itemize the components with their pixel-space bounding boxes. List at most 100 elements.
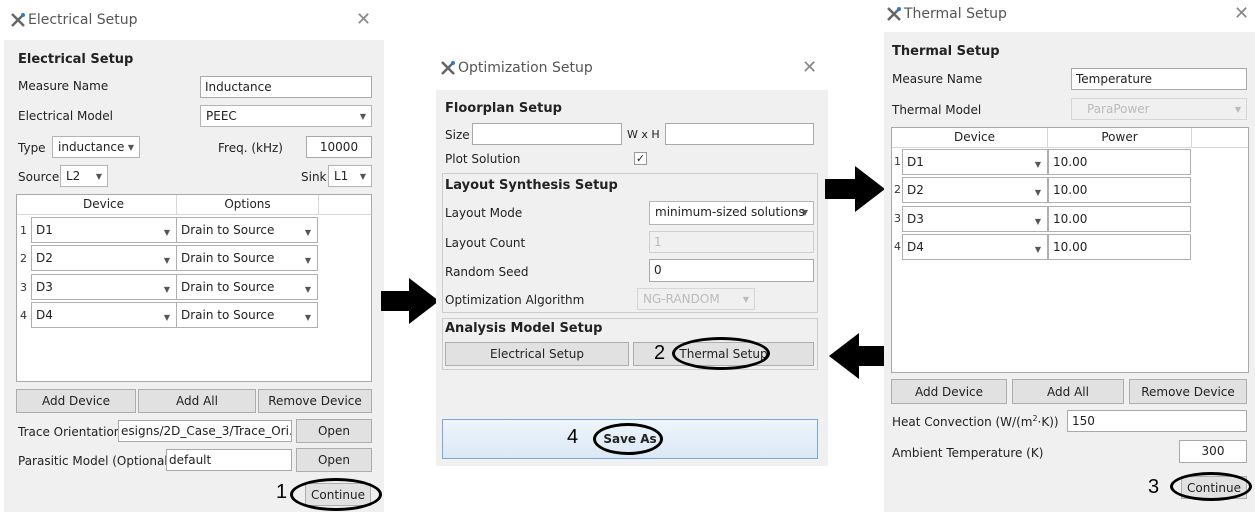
chevron-down-icon: ▼	[127, 143, 134, 152]
wxh-label: W x H	[627, 128, 660, 141]
chevron-down-icon: ▼	[359, 112, 366, 121]
power-input[interactable]: 10.00	[1048, 177, 1191, 203]
highlight-oval	[1170, 472, 1252, 501]
power-input[interactable]: 10.00	[1048, 149, 1191, 175]
ambient-temperature-input[interactable]: 300	[1179, 440, 1247, 463]
row-number: 1	[20, 224, 27, 237]
step-number-1: 1	[276, 481, 288, 503]
chevron-down-icon: ▼	[1034, 160, 1041, 169]
layout-mode-select[interactable]: minimum-sized solutions ▼	[649, 201, 814, 225]
device-select[interactable]: D4 ▼	[902, 234, 1048, 260]
thermal-model-select[interactable]: ParaPower ▼	[1071, 98, 1247, 120]
power-input[interactable]: 10.00	[1048, 234, 1191, 260]
source-select[interactable]: L2 ▼	[60, 165, 108, 187]
option-select[interactable]: Drain to Source ▼	[176, 217, 318, 243]
optimization-algorithm-select[interactable]: NG-RANDOM ▼	[637, 288, 755, 310]
add-device-button[interactable]: Add Device	[16, 389, 136, 413]
section-header: Thermal Setup	[892, 44, 1000, 59]
freq-input[interactable]: 10000	[306, 136, 372, 158]
chevron-down-icon: ▼	[1034, 245, 1041, 254]
sink-label: Sink	[301, 170, 327, 184]
close-icon[interactable]: ✕	[1234, 5, 1249, 23]
sink-value: L1	[334, 169, 349, 183]
device-select[interactable]: D1 ▼	[902, 149, 1048, 175]
source-label: Source	[18, 170, 60, 184]
column-header-power: Power	[1048, 128, 1192, 147]
chevron-down-icon: ▼	[304, 285, 311, 294]
parasitic-model-label: Parasitic Model (Optional)	[18, 454, 173, 468]
device-select[interactable]: D4 ▼	[31, 302, 177, 328]
electrical-model-select[interactable]: PEEC ▼	[200, 105, 372, 127]
optimization-algorithm-value: NG-RANDOM	[643, 292, 720, 306]
ambient-temperature-label: Ambient Temperature (K)	[892, 446, 1044, 460]
size-width-input[interactable]	[472, 123, 622, 145]
option-value: Drain to Source	[181, 223, 275, 237]
optimization-algorithm-label: Optimization Algorithm	[445, 293, 585, 307]
device-select[interactable]: D1 ▼	[31, 217, 177, 243]
thermal-model-value: ParaPower	[1087, 102, 1150, 116]
add-all-button[interactable]: Add All	[138, 389, 256, 413]
type-select[interactable]: inductance ▼	[52, 136, 140, 158]
parasitic-model-input[interactable]: default	[166, 449, 292, 471]
device-table: Device Options 1 D1 ▼ Drain to Source ▼ 2 …	[16, 194, 372, 382]
measure-name-input[interactable]: Inductance	[200, 76, 372, 98]
layout-count-input[interactable]: 1	[649, 231, 814, 253]
chevron-down-icon: ▼	[801, 208, 808, 217]
layout-mode-value: minimum-sized solutions	[655, 205, 805, 219]
trace-orientation-input[interactable]: esigns/2D_Case_3/Trace_Ori.txt	[118, 420, 292, 442]
measure-name-label: Measure Name	[18, 79, 109, 93]
column-header-device: Device	[31, 195, 177, 214]
sink-select[interactable]: L1 ▼	[328, 165, 372, 187]
plot-solution-checkbox[interactable]: ✓	[634, 152, 647, 165]
heat-convection-input[interactable]: 150	[1067, 410, 1247, 432]
layout-synthesis-header: Layout Synthesis Setup	[445, 178, 618, 193]
device-select[interactable]: D3 ▼	[902, 206, 1048, 232]
add-all-button[interactable]: Add All	[1012, 379, 1124, 404]
device-select[interactable]: D3 ▼	[31, 274, 177, 300]
device-select[interactable]: D2 ▼	[31, 245, 177, 271]
heat-convection-label: Heat Convection (W/(m2·K))	[892, 414, 1059, 429]
heat-convection-label-pre: Heat Convection (W/(m	[892, 415, 1033, 429]
window-title: Thermal Setup	[904, 6, 1007, 22]
device-value: D1	[907, 155, 924, 169]
trace-open-button[interactable]: Open	[296, 419, 372, 443]
power-input[interactable]: 10.00	[1048, 206, 1191, 232]
app-logo-icon	[441, 61, 455, 75]
plot-solution-label: Plot Solution	[445, 152, 521, 166]
parasitic-open-button[interactable]: Open	[296, 448, 372, 472]
step-number-3: 3	[1148, 476, 1160, 498]
add-device-button[interactable]: Add Device	[891, 379, 1007, 404]
option-select[interactable]: Drain to Source ▼	[176, 302, 318, 328]
option-value: Drain to Source	[181, 280, 275, 294]
electrical-setup-button[interactable]: Electrical Setup	[445, 342, 629, 366]
random-seed-input[interactable]: 0	[649, 259, 814, 282]
right-arrow-icon	[381, 278, 439, 324]
device-select[interactable]: D2 ▼	[902, 177, 1048, 203]
random-seed-label: Random Seed	[445, 265, 529, 279]
device-value: D3	[907, 212, 924, 226]
row-number: 3	[20, 281, 27, 294]
window-title: Electrical Setup	[28, 12, 138, 28]
option-select[interactable]: Drain to Source ▼	[176, 274, 318, 300]
remove-device-button[interactable]: Remove Device	[1129, 379, 1247, 404]
electrical-model-value: PEEC	[206, 109, 237, 123]
device-value: D2	[36, 251, 53, 265]
option-select[interactable]: Drain to Source ▼	[176, 245, 318, 271]
chevron-down-icon: ▼	[742, 295, 749, 304]
source-value: L2	[66, 169, 81, 183]
remove-device-button[interactable]: Remove Device	[258, 389, 372, 413]
highlight-oval	[593, 423, 663, 455]
row-number: 4	[20, 309, 27, 322]
measure-name-label: Measure Name	[892, 72, 983, 86]
close-icon[interactable]: ✕	[802, 59, 817, 77]
layout-count-label: Layout Count	[445, 236, 526, 250]
section-header: Electrical Setup	[18, 52, 134, 67]
chevron-down-icon: ▼	[304, 228, 311, 237]
type-value: inductance	[58, 140, 125, 154]
thermal-titlebar: Thermal Setup ✕	[884, 0, 1255, 32]
measure-name-input[interactable]: Temperature	[1071, 68, 1247, 90]
chevron-down-icon: ▼	[163, 228, 170, 237]
chevron-down-icon: ▼	[163, 256, 170, 265]
close-icon[interactable]: ✕	[356, 11, 371, 29]
size-height-input[interactable]	[665, 123, 814, 145]
